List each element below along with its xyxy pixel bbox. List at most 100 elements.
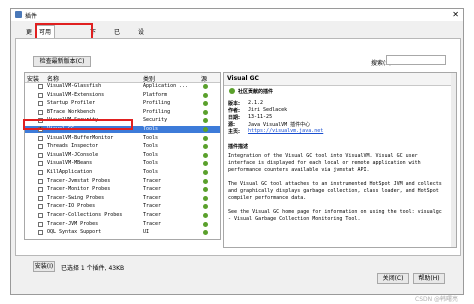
community-label: 社区贡献的插件: [238, 89, 274, 95]
app-icon: [15, 11, 22, 18]
plugin-name: Threads Inspector: [47, 143, 99, 150]
col-source[interactable]: 源: [201, 74, 207, 83]
source-label: 源:: [228, 122, 235, 128]
table-row[interactable]: VisualVM-MBeans Tools: [25, 160, 220, 167]
help-button[interactable]: 帮助(H): [413, 273, 445, 284]
detail-header: Visual GC: [224, 73, 456, 86]
plugin-category: Tools: [143, 169, 159, 175]
source-icon: [203, 213, 208, 218]
source-icon: [203, 101, 208, 107]
description-line: - Visual Garbage Collection Monitoring T…: [228, 216, 361, 222]
install-checkbox[interactable]: [38, 170, 43, 175]
install-checkbox[interactable]: [38, 92, 43, 98]
install-checkbox[interactable]: [38, 195, 43, 201]
plugin-name: VisualVM-Security: [47, 117, 99, 124]
table-row[interactable]: Threads Inspector Tools: [25, 143, 220, 150]
plugin-name: Tracer-Jvmstat Probes: [47, 177, 111, 184]
install-checkbox[interactable]: [38, 204, 43, 210]
source-icon: [203, 144, 208, 150]
plugin-category: Tracer: [143, 203, 162, 210]
plugin-category: Tracer: [143, 220, 162, 227]
install-checkbox[interactable]: [38, 135, 43, 141]
close-icon[interactable]: ✕: [452, 10, 459, 19]
source-icon: [203, 195, 208, 201]
source-icon: [203, 84, 208, 89]
col-category[interactable]: 类别: [143, 74, 155, 83]
install-checkbox[interactable]: [38, 187, 43, 193]
plugin-category: Tracer: [143, 212, 162, 218]
table-row[interactable]: VisualVM-Extensions Platform: [25, 92, 220, 99]
source-icon: [203, 178, 208, 184]
table-row[interactable]: VisualVM-BufferMonitor Tools: [25, 135, 220, 142]
plugin-name: Tracer-Monitor Probes: [47, 186, 111, 193]
table-row[interactable]: Tracer-Collections Probes Tracer: [25, 212, 220, 219]
tab-updates[interactable]: 更: [23, 27, 35, 38]
date-label: 日期:: [228, 115, 240, 121]
install-checkbox[interactable]: [38, 213, 43, 218]
source-icon: [203, 109, 208, 115]
tab-installed[interactable]: 已安装: [111, 27, 123, 58]
table-row[interactable]: KillApplication Tools: [25, 169, 220, 176]
source-icon: [203, 92, 208, 98]
table-row[interactable]: VisualVM-JConsole Tools: [25, 152, 220, 159]
search-input[interactable]: [386, 55, 446, 65]
plugin-name: VisualVM-BufferMonitor: [47, 134, 114, 141]
source-icon: [203, 170, 208, 175]
tab-available-plugins[interactable]: 可用插件 (18): [35, 25, 56, 62]
install-checkbox[interactable]: [38, 84, 43, 89]
watermark: CSDN @韩曙亮: [415, 296, 459, 303]
table-row[interactable]: BTrace Workbench Profiling: [25, 109, 220, 116]
install-checkbox[interactable]: [38, 125, 43, 132]
plugin-category: Tracer: [143, 177, 162, 184]
tab-downloaded[interactable]: 下载: [87, 27, 99, 47]
col-name[interactable]: 名称: [47, 74, 59, 83]
close-button[interactable]: 关闭(C): [377, 273, 409, 284]
plugin-name: BTrace Workbench: [47, 108, 96, 115]
plugins-window: 插件 ✕ 更 可用插件 (18) 下载 已安装 设置 检查最新版本(C) 搜索(…: [10, 8, 464, 295]
detail-panel: Visual GC 社区贡献的插件 版本: 2.1.2 作者: Jiri Sed…: [223, 72, 457, 248]
install-checkbox[interactable]: [38, 230, 43, 236]
selection-status: 已选择 1 个插件, 43KB: [61, 265, 125, 272]
plugin-name: Tracer-Swing Probes: [47, 194, 105, 201]
homepage-link[interactable]: https://visualvm.java.net: [248, 128, 323, 134]
plugin-name: Tracer-IO Probes: [47, 203, 96, 210]
table-row[interactable]: VisualVM-Glassfish Application ...: [25, 83, 220, 90]
install-checkbox[interactable]: [38, 144, 43, 150]
table-row[interactable]: Tracer-Monitor Probes Tracer: [25, 186, 220, 193]
install-checkbox[interactable]: [38, 109, 43, 115]
version-label: 版本:: [228, 101, 240, 107]
table-row[interactable]: Tracer-IO Probes Tracer: [25, 203, 220, 210]
table-row[interactable]: Tracer-Swing Probes Tracer: [25, 195, 220, 202]
author-value: Jiri Sedlacek: [248, 107, 288, 113]
detail-scrollbar[interactable]: [451, 73, 456, 247]
table-row[interactable]: VisualVM-Security Security: [25, 117, 220, 124]
plugin-category: Tracer: [143, 186, 162, 193]
table-row[interactable]: Tracer-JVM Probes Tracer: [25, 221, 220, 228]
col-install[interactable]: 安装: [27, 74, 39, 83]
plugin-category: Profiling: [143, 108, 171, 115]
install-button[interactable]: 安装(I): [33, 261, 55, 272]
plugin-category: Tools: [143, 151, 159, 158]
description-line: See the Visual GC home page for informat…: [228, 209, 442, 215]
description-line: The Visual GC tool attaches to an instru…: [228, 181, 442, 187]
install-checkbox[interactable]: [38, 161, 43, 167]
window-title: 插件: [25, 13, 38, 20]
plugin-name: VisualVM-Extensions: [47, 91, 105, 98]
plugin-name: Startup Profiler: [47, 100, 96, 107]
table-row[interactable]: Visual GC Tools: [25, 125, 220, 133]
plugin-name: VisualVM-JConsole: [47, 151, 99, 158]
install-checkbox[interactable]: [38, 178, 43, 184]
tab-settings[interactable]: 设置: [135, 27, 147, 47]
install-checkbox[interactable]: [38, 221, 43, 227]
table-row[interactable]: Tracer-Jvmstat Probes Tracer: [25, 178, 220, 185]
install-checkbox[interactable]: [38, 101, 43, 107]
install-checkbox[interactable]: [38, 118, 43, 124]
check-latest-button[interactable]: 检查最新版本(C): [33, 56, 91, 67]
description-line: Integration of the Visual GC tool into V…: [228, 153, 418, 159]
table-row[interactable]: Startup Profiler Profiling: [25, 100, 220, 107]
author-label: 作者:: [228, 108, 240, 114]
table-row[interactable]: OQL Syntax Support UI: [25, 229, 220, 236]
source-value: Java VisualVM 插件中心: [248, 122, 311, 128]
source-icon: [203, 161, 208, 167]
install-checkbox[interactable]: [38, 152, 43, 158]
